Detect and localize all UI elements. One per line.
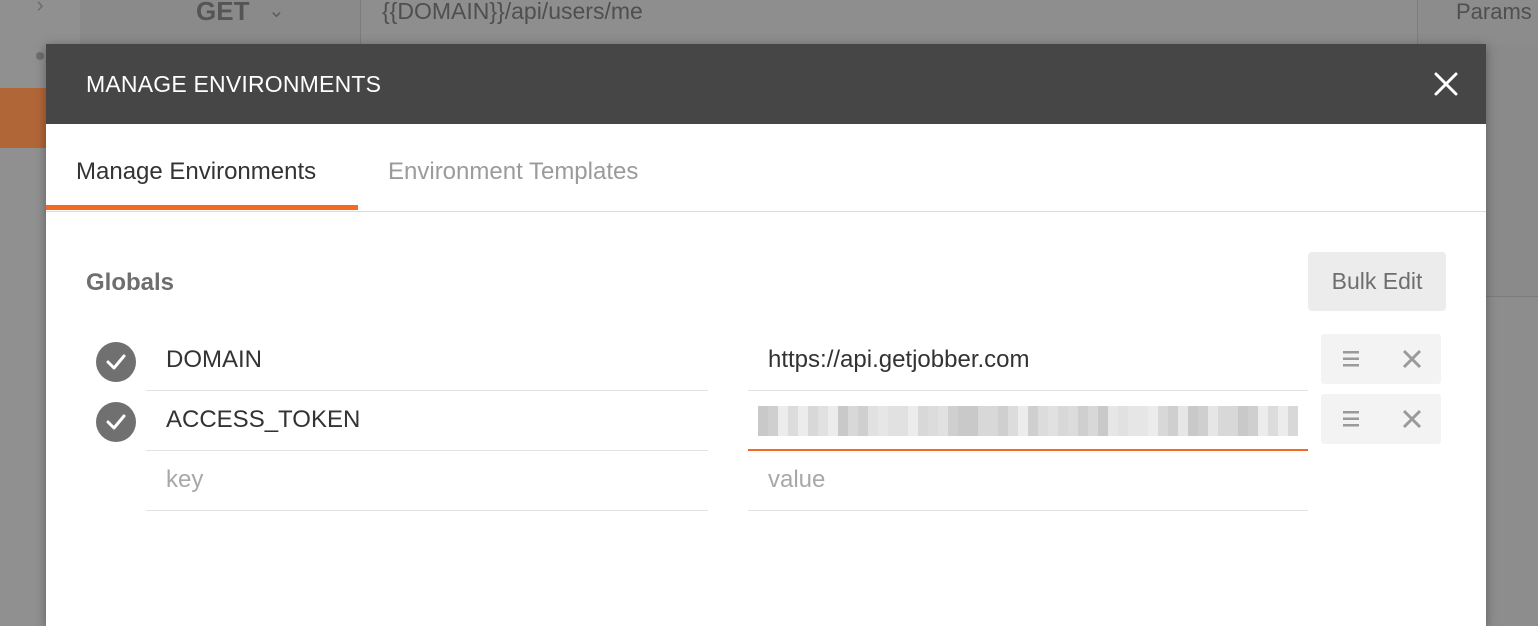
close-icon[interactable] xyxy=(1426,64,1466,104)
delete-icon[interactable] xyxy=(1395,394,1427,444)
variable-row: DOMAIN https://api.getjobber.com xyxy=(46,332,1486,392)
new-variable-row: key value xyxy=(46,452,1486,512)
delete-icon[interactable] xyxy=(1395,334,1427,384)
variable-row: ACCESS_TOKEN xyxy=(46,392,1486,452)
method-label: GET xyxy=(196,0,250,26)
right-panel xyxy=(1486,44,1538,297)
bulk-edit-button[interactable]: Bulk Edit xyxy=(1308,252,1446,311)
value-text: https://api.getjobber.com xyxy=(768,346,1030,373)
key-placeholder: key xyxy=(166,466,204,493)
enabled-checkbox[interactable] xyxy=(96,342,136,382)
value-input[interactable]: value xyxy=(748,452,1308,511)
tab-bar: Manage Environments Environment Template… xyxy=(46,124,1486,212)
enabled-checkbox[interactable] xyxy=(96,402,136,442)
modal-header: MANAGE ENVIRONMENTS xyxy=(46,44,1486,124)
value-placeholder: value xyxy=(768,466,826,493)
section-title: Globals xyxy=(86,269,175,296)
chevron-right-icon: › xyxy=(36,0,44,17)
value-field[interactable] xyxy=(748,392,1308,451)
chevron-down-icon: ⌄ xyxy=(268,0,285,22)
row-actions xyxy=(1321,394,1441,444)
params-label: Params xyxy=(1456,0,1532,24)
manage-environments-modal: MANAGE ENVIRONMENTS Manage Environments … xyxy=(46,44,1486,626)
tab-manage-environments[interactable]: Manage Environments xyxy=(76,158,316,186)
value-field[interactable]: https://api.getjobber.com xyxy=(748,332,1308,391)
dot-icon xyxy=(36,52,44,60)
row-actions xyxy=(1321,334,1441,384)
masked-value xyxy=(758,406,1298,436)
key-field[interactable]: DOMAIN xyxy=(146,332,708,391)
active-sidebar-marker xyxy=(0,88,46,148)
drag-handle-icon[interactable] xyxy=(1335,394,1367,444)
modal-title: MANAGE ENVIRONMENTS xyxy=(86,71,382,97)
drag-handle-icon[interactable] xyxy=(1335,334,1367,384)
tab-environment-templates[interactable]: Environment Templates xyxy=(388,158,638,186)
url-text: {{DOMAIN}}/api/users/me xyxy=(382,0,643,24)
active-tab-indicator xyxy=(46,205,358,210)
key-input[interactable]: key xyxy=(146,452,708,511)
key-field[interactable]: ACCESS_TOKEN xyxy=(146,392,708,451)
key-text: ACCESS_TOKEN xyxy=(166,406,361,433)
key-text: DOMAIN xyxy=(166,346,262,373)
